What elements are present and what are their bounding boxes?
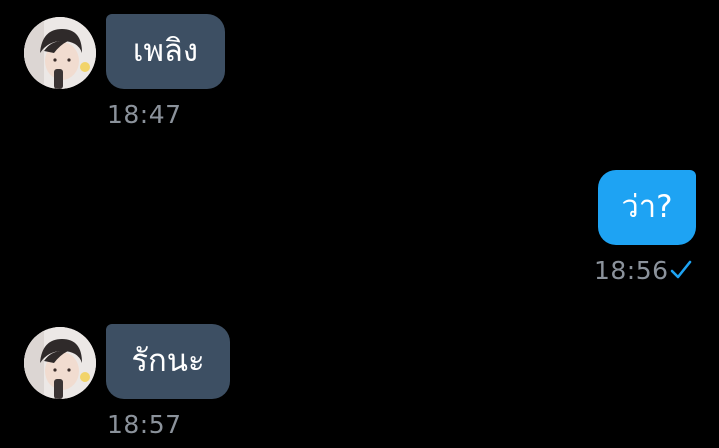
message-text: เพลิง [132,33,199,69]
message-timestamp: 18:47 [107,100,182,129]
message-timestamp: 18:56 [594,256,669,285]
message-timestamp: 18:57 [107,410,182,439]
checkmark-icon [670,260,692,279]
contact-avatar[interactable] [24,17,96,89]
message-bubble-incoming[interactable]: เพลิง [106,14,225,89]
message-bubble-incoming[interactable]: รักนะ [106,324,230,399]
message-bubble-outgoing[interactable]: ว่า? [598,170,696,245]
message-text: ว่า? [621,189,673,225]
contact-avatar[interactable] [24,327,96,399]
message-text: รักนะ [131,343,205,379]
